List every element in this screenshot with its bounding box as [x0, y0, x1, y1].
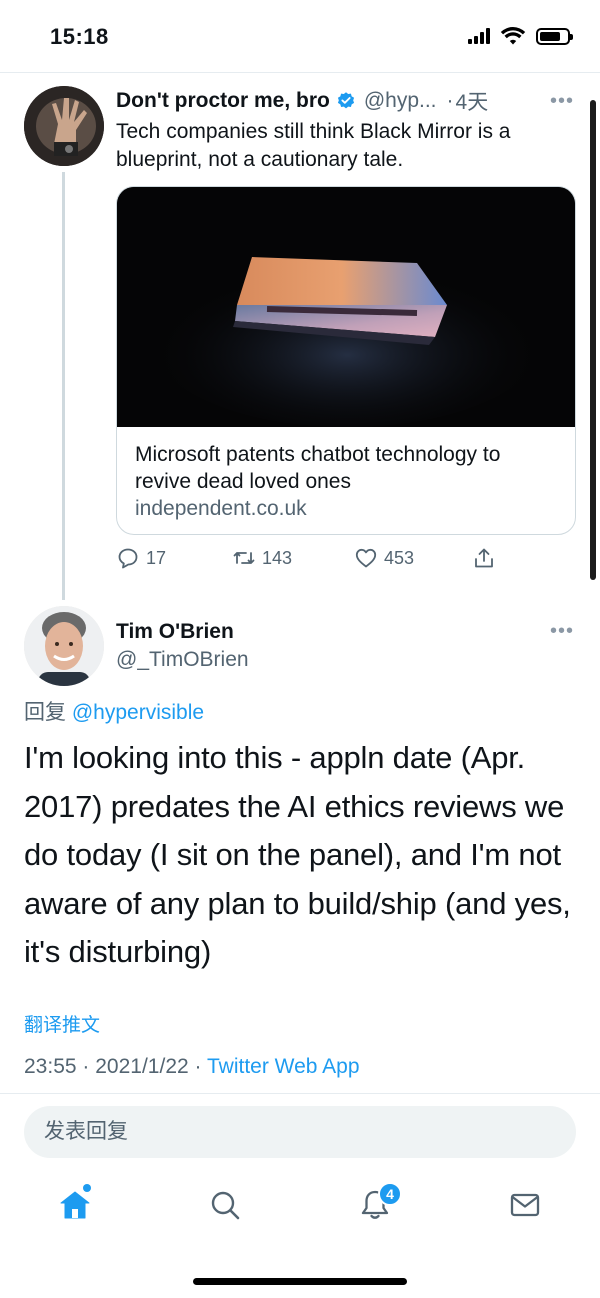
notification-badge: 4: [378, 1182, 402, 1206]
heart-icon: [355, 548, 377, 568]
divider: [0, 1093, 600, 1094]
tab-home[interactable]: [50, 1180, 100, 1230]
reply-button[interactable]: 17: [116, 546, 166, 570]
author-handle[interactable]: @_TimOBrien: [116, 648, 249, 672]
more-options-icon[interactable]: •••: [550, 90, 574, 113]
avatar[interactable]: [24, 606, 104, 686]
tweet-text: Tech companies still think Black Mirror …: [116, 120, 511, 171]
status-time: 15:18: [50, 24, 109, 49]
reply-input[interactable]: [24, 1106, 576, 1158]
tweet-text: I'm looking into this - appln date (Apr.…: [24, 740, 571, 969]
source-link[interactable]: Twitter Web App: [207, 1055, 360, 1078]
reply-icon: [118, 548, 138, 569]
tab-search[interactable]: [200, 1180, 250, 1230]
tweet-actions: 17 143 453: [116, 546, 516, 576]
separator: ·: [194, 1055, 202, 1078]
portrait-avatar-image: [24, 606, 104, 686]
tab-notifications[interactable]: 4: [350, 1180, 402, 1230]
wifi-icon: [500, 27, 526, 45]
separator: ·: [82, 1055, 90, 1078]
thread-line: [62, 172, 65, 600]
retweet-count: 143: [262, 547, 293, 568]
home-icon: [60, 1191, 90, 1219]
tab-messages[interactable]: [500, 1180, 550, 1230]
mention-link[interactable]: @hypervisible: [72, 701, 204, 724]
home-indicator[interactable]: [193, 1278, 407, 1285]
divider: [0, 72, 600, 73]
tweet-time: 23:55: [24, 1055, 77, 1078]
card-domain: independent.co.uk: [135, 497, 307, 520]
tweet-header: Don't proctor me, bro @hyp... · 4天: [116, 86, 576, 116]
hand-avatar-image: [24, 86, 104, 166]
tweet-meta: 23:55 · 2021/1/22 · Twitter Web App: [24, 1055, 360, 1079]
link-card[interactable]: Microsoft patents chatbot technology to …: [116, 186, 576, 535]
translate-link[interactable]: 翻译推文: [24, 1010, 100, 1037]
status-bar: 15:18: [0, 0, 600, 72]
verified-icon: [337, 92, 354, 109]
reply-count: 17: [146, 547, 167, 568]
more-options-icon[interactable]: •••: [550, 620, 574, 643]
reply-prefix: 回复: [24, 701, 66, 724]
avatar[interactable]: [24, 86, 104, 166]
mail-icon: [510, 1193, 540, 1217]
battery-icon: [536, 27, 573, 45]
scrollbar[interactable]: [590, 100, 596, 580]
author-handle[interactable]: @hyp...: [364, 89, 437, 113]
reply-to-line: 回复 @hypervisible: [24, 696, 204, 726]
share-icon: [475, 548, 493, 568]
status-icons: [468, 26, 573, 46]
separator: ·: [446, 89, 454, 112]
like-count: 453: [384, 547, 415, 568]
like-button[interactable]: 453: [354, 546, 414, 570]
tweet-date: 2021/1/22: [95, 1055, 189, 1078]
author-name[interactable]: Don't proctor me, bro: [116, 89, 330, 113]
search-icon: [211, 1191, 240, 1220]
card-title: Microsoft patents chatbot technology to …: [135, 443, 501, 493]
signal-icon: [468, 28, 490, 44]
card-image: [117, 187, 575, 427]
retweet-button[interactable]: 143: [232, 546, 292, 570]
share-button[interactable]: [472, 546, 496, 570]
tweet-time[interactable]: 4天: [456, 86, 489, 116]
home-new-dot: [83, 1184, 91, 1192]
author-name[interactable]: Tim O'Brien: [116, 620, 234, 644]
card-body: Microsoft patents chatbot technology to …: [135, 441, 559, 521]
retweet-icon: [233, 552, 255, 564]
laptop-image: [117, 187, 575, 427]
